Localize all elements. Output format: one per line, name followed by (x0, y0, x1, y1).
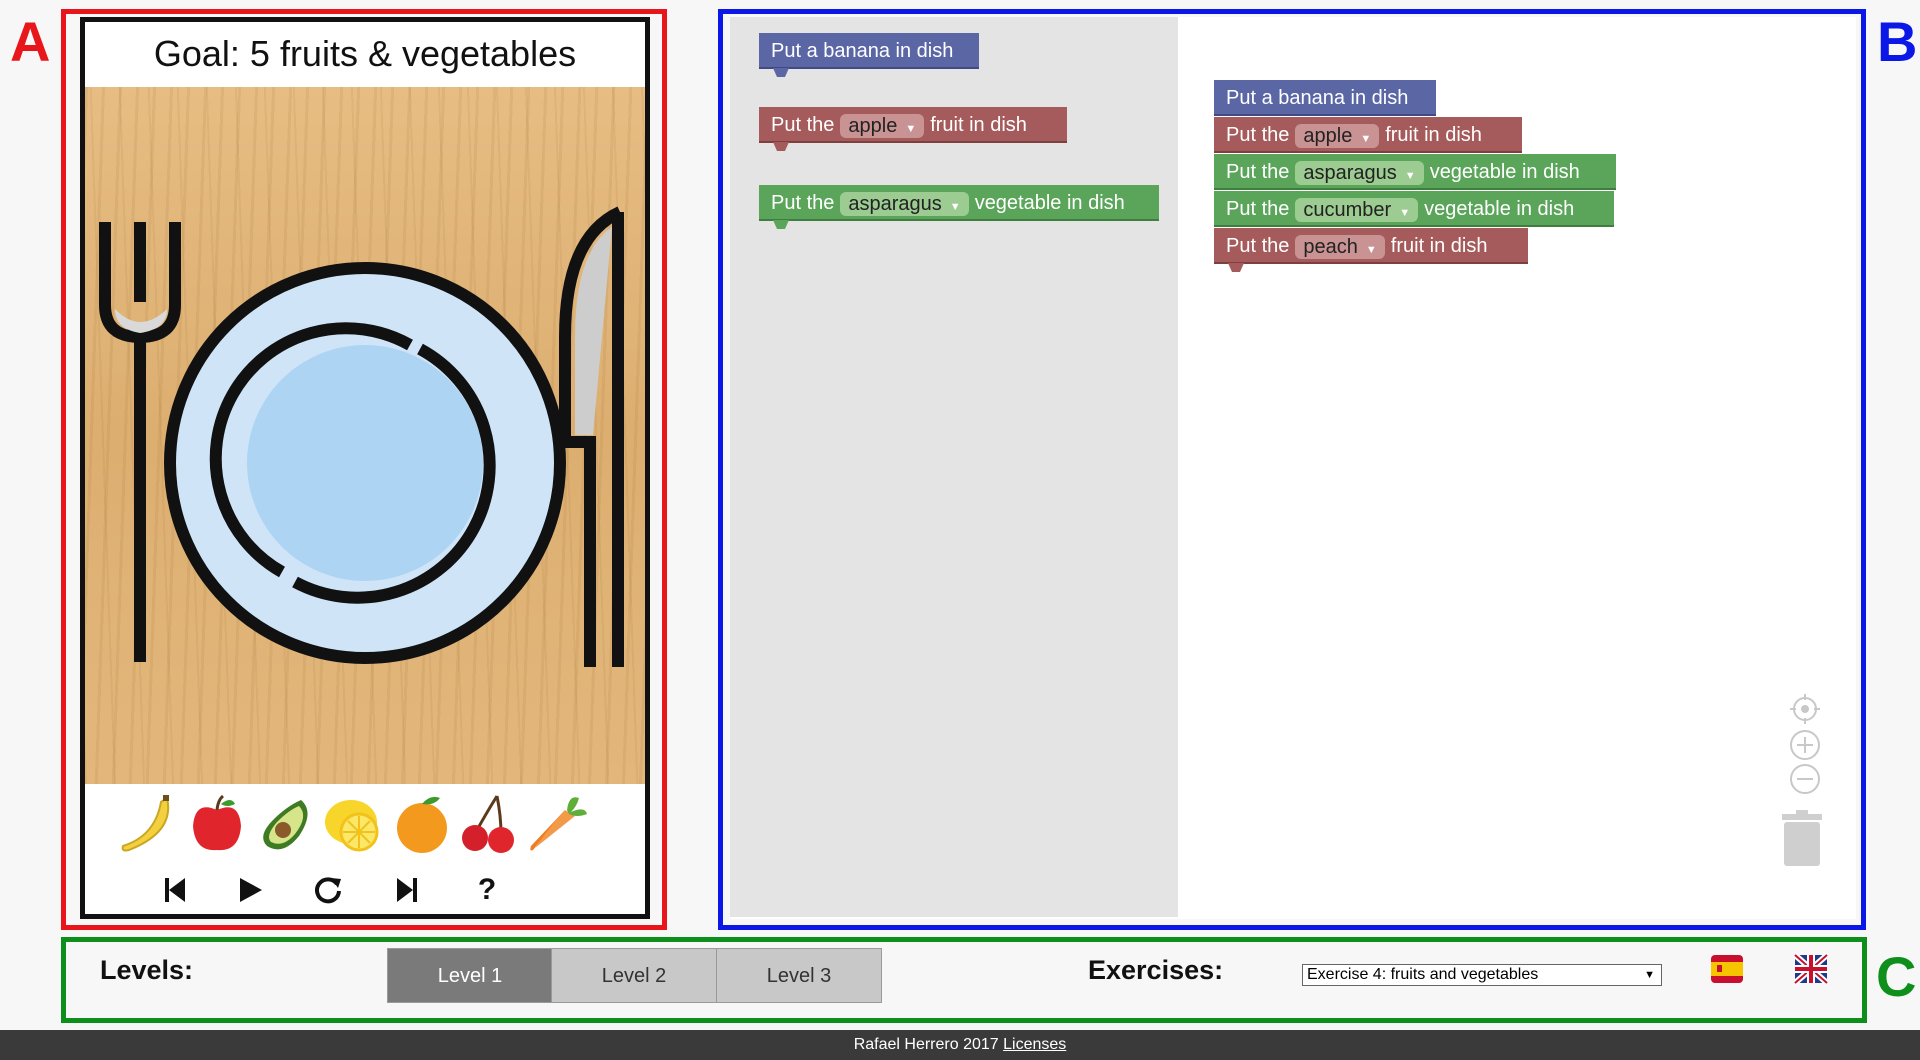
block-prefix: Put the (1226, 161, 1290, 183)
dropdown-value: apple (1303, 124, 1353, 147)
dropdown-value: cucumber (1303, 198, 1392, 221)
zoom-out-icon[interactable] (1788, 762, 1822, 796)
block-notch (1228, 263, 1244, 272)
carrot-icon (530, 797, 587, 851)
chevron-down-icon: ▼ (1644, 969, 1655, 981)
block-prefix: Put the (771, 114, 835, 136)
dropdown-value: apple (848, 114, 898, 137)
block-notch (773, 142, 789, 151)
block-suffix: fruit in dish (1390, 235, 1488, 257)
levels-label: Levels: (100, 955, 194, 985)
game-panel: Goal: 5 fruits & vegetables ? (80, 17, 650, 919)
skip-back-button[interactable] (155, 870, 195, 910)
spanish-flag-icon[interactable] (1710, 952, 1744, 986)
program-asparagus-block[interactable]: Put the asparagus ▼ vegetable in dish (1214, 154, 1616, 190)
caret-down-icon: ▼ (949, 200, 961, 213)
step-forward-icon (397, 878, 417, 902)
block-suffix: vegetable in dish (1424, 198, 1575, 220)
block-prefix: Put the (1226, 235, 1290, 257)
exercises-label: Exercises: (1088, 955, 1224, 985)
skip-back-icon (165, 878, 185, 902)
annotation-c: C (1876, 945, 1917, 1008)
table-setting-illustration (99, 206, 624, 667)
fruit-dropdown[interactable]: peach ▼ (1295, 234, 1385, 259)
dropdown-value: peach (1303, 235, 1358, 258)
orange-icon (397, 796, 447, 853)
block-prefix: Put the (1226, 198, 1290, 220)
dropdown-value: asparagus (848, 192, 942, 215)
block-text: Put a banana in dish (1226, 87, 1409, 109)
reset-button[interactable] (308, 870, 348, 910)
zoom-in-icon[interactable] (1788, 728, 1822, 762)
apple-icon (193, 794, 241, 851)
toolbox-vegetable-block[interactable]: Put the asparagus ▼ vegetable in dish (759, 185, 1159, 229)
vegetable-dropdown[interactable]: cucumber ▼ (1295, 197, 1419, 222)
block-suffix: fruit in dish (1385, 124, 1482, 146)
toolbox-banana-block[interactable]: Put a banana in dish (759, 33, 979, 77)
lemon-icon (325, 800, 379, 852)
dropdown-value: asparagus (1303, 161, 1397, 184)
block-prefix: Put the (1226, 124, 1290, 146)
fork-icon (99, 222, 181, 662)
block-prefix: Put the (771, 192, 835, 214)
caret-down-icon: ▼ (1404, 169, 1416, 182)
vegetable-dropdown[interactable]: asparagus ▼ (840, 191, 969, 216)
banana-icon (121, 795, 170, 852)
recenter-icon[interactable] (1788, 692, 1822, 726)
caret-down-icon: ▼ (1399, 206, 1411, 219)
block-notch (773, 68, 789, 77)
help-button[interactable]: ? (467, 870, 507, 910)
plate-icon (164, 262, 566, 664)
annotation-a: A (10, 10, 51, 73)
game-board (85, 87, 645, 784)
block-notch (773, 220, 789, 229)
block-suffix: vegetable in dish (1429, 161, 1580, 183)
program-apple-block[interactable]: Put the apple ▼ fruit in dish (1214, 117, 1522, 153)
block-suffix: fruit in dish (930, 114, 1027, 136)
caret-down-icon: ▼ (1365, 243, 1377, 256)
fruit-tray (85, 792, 645, 864)
block-toolbox: Put a banana in dish Put the apple ▼ fruit … (730, 17, 1178, 917)
footer: Rafael Herrero 2017 Licenses (0, 1030, 1920, 1060)
step-forward-button[interactable] (387, 870, 427, 910)
goal-title: Goal: 5 fruits & vegetables (153, 33, 577, 74)
level-2-button[interactable]: Level 2 (551, 948, 717, 1003)
toolbox-fruit-block[interactable]: Put the apple ▼ fruit in dish (759, 107, 1067, 151)
fruit-dropdown[interactable]: apple ▼ (1295, 123, 1380, 148)
program-banana-block[interactable]: Put a banana in dish (1214, 80, 1436, 116)
avocado-icon (263, 800, 308, 850)
reset-icon (315, 877, 341, 904)
vegetable-dropdown[interactable]: asparagus ▼ (1295, 160, 1424, 185)
level-3-button[interactable]: Level 3 (716, 948, 882, 1003)
knife-icon (559, 206, 624, 667)
program-cucumber-block[interactable]: Put the cucumber ▼ vegetable in dish (1214, 191, 1614, 227)
game-controls: ? (85, 870, 645, 914)
licenses-link[interactable]: Licenses (1003, 1036, 1066, 1053)
cherry-icon (462, 795, 514, 853)
block-suffix: vegetable in dish (974, 192, 1125, 214)
exercise-select-value: Exercise 4: fruits and vegetables (1307, 966, 1539, 983)
exercise-select[interactable]: Exercise 4: fruits and vegetables ▼ (1302, 964, 1662, 986)
blockly-workspace[interactable]: Put a banana in dish Put the apple ▼ fruit … (730, 17, 1856, 919)
uk-flag-icon[interactable] (1794, 952, 1828, 986)
footer-text: Rafael Herrero 2017 (853, 1036, 999, 1053)
fruit-dropdown[interactable]: apple ▼ (840, 113, 925, 138)
level-1-button[interactable]: Level 1 (387, 948, 553, 1003)
program-peach-block[interactable]: Put the peach ▼ fruit in dish (1214, 228, 1528, 272)
caret-down-icon: ▼ (1360, 132, 1372, 145)
block-text: Put a banana in dish (771, 40, 954, 62)
annotation-b: B (1877, 10, 1918, 73)
caret-down-icon: ▼ (905, 122, 917, 135)
play-button[interactable] (230, 870, 270, 910)
trash-icon[interactable] (1780, 810, 1824, 868)
play-icon (240, 878, 262, 902)
